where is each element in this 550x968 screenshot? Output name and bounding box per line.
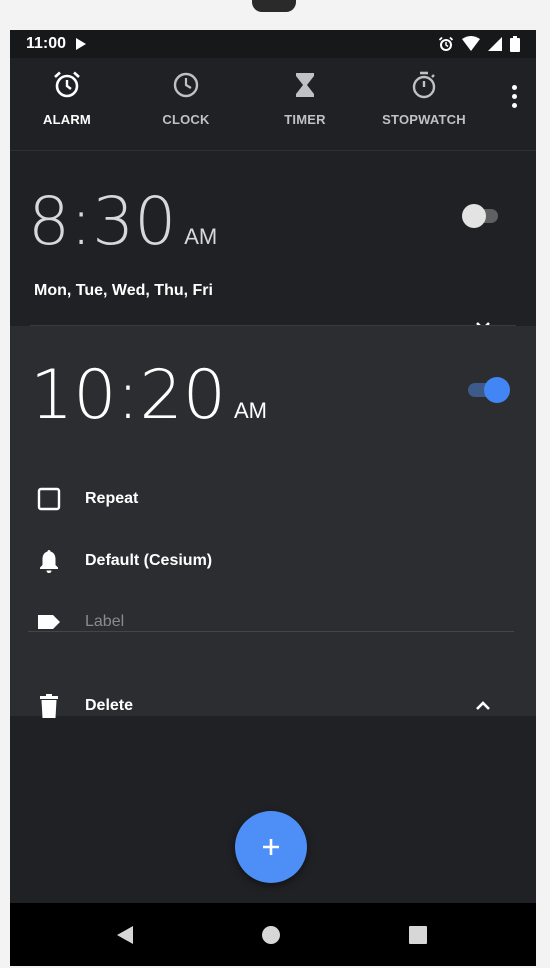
- overflow-dot: [511, 102, 517, 108]
- trash-icon: [40, 694, 58, 718]
- delete-label: Delete: [85, 697, 134, 714]
- alarm-time-value: 8:30: [28, 183, 177, 260]
- plus-icon: [263, 839, 279, 855]
- chevron-up-icon[interactable]: [472, 695, 494, 717]
- tab-label: STOPWATCH: [382, 112, 466, 127]
- repeat-row[interactable]: Repeat: [10, 477, 536, 521]
- status-time: 11:00: [26, 35, 67, 52]
- tab-timer[interactable]: TIMER: [250, 70, 360, 140]
- status-bar: 11:00: [10, 30, 536, 58]
- recents-icon[interactable]: [406, 923, 430, 947]
- checkbox-unchecked-icon[interactable]: [36, 486, 62, 512]
- tab-label: CLOCK: [162, 112, 210, 127]
- tab-stopwatch[interactable]: STOPWATCH: [369, 70, 479, 140]
- back-icon[interactable]: [113, 923, 137, 947]
- ringtone-row[interactable]: Default (Cesium): [10, 539, 536, 583]
- tab-clock[interactable]: CLOCK: [131, 70, 241, 140]
- alarm-card-collapsed[interactable]: 8:30 AM Mon, Tue, Wed, Thu, Fri: [10, 151, 536, 331]
- tab-bar: ALARM CLOCK TIMER STOPWATCH: [10, 58, 536, 150]
- ringtone-label: Default (Cesium): [85, 552, 213, 569]
- play-store-notification-icon: [76, 38, 87, 50]
- device-notch: [252, 0, 296, 12]
- alarm-days: Mon, Tue, Wed, Thu, Fri: [34, 282, 213, 299]
- alarm-options-divider: [28, 631, 514, 632]
- add-alarm-button[interactable]: [235, 811, 307, 883]
- alarm-status-icon: [438, 36, 454, 51]
- alarm-time-value: 10:20: [30, 356, 226, 435]
- cell-signal-icon: [488, 37, 502, 51]
- overflow-dot: [511, 84, 517, 90]
- delete-row[interactable]: Delete: [10, 684, 536, 728]
- alarm-toggle-off[interactable]: [462, 203, 502, 229]
- alarm-time[interactable]: 10:20 AM: [30, 356, 267, 435]
- battery-icon: [510, 36, 520, 52]
- alarm-icon: [54, 71, 80, 98]
- toggle-thumb: [462, 204, 486, 228]
- home-icon[interactable]: [259, 923, 283, 947]
- alarm-toggle-on[interactable]: [468, 376, 512, 404]
- toggle-thumb: [484, 377, 510, 403]
- tab-alarm[interactable]: ALARM: [12, 70, 122, 140]
- phone-screen: 11:00 ALARM CLOCK TIMER STOPWATCH 8:30 A…: [10, 30, 536, 966]
- label-field-placeholder[interactable]: Label: [85, 613, 124, 631]
- alarm-card-expanded: 10:20 AM Repeat Default (Cesium) Label D…: [10, 326, 536, 718]
- stopwatch-icon: [412, 71, 436, 99]
- tab-label: TIMER: [284, 112, 326, 127]
- repeat-label: Repeat: [85, 490, 139, 507]
- alarm-period: AM: [184, 224, 218, 249]
- tab-label: ALARM: [43, 112, 91, 127]
- label-row[interactable]: Label: [10, 600, 536, 644]
- alarm-time[interactable]: 8:30 AM: [28, 183, 217, 260]
- bell-icon: [40, 550, 58, 573]
- alarm-period: AM: [233, 398, 267, 423]
- overflow-dot: [511, 93, 517, 99]
- hourglass-icon: [296, 73, 314, 97]
- system-nav-bar: [10, 903, 536, 966]
- clock-icon: [173, 72, 199, 98]
- wifi-icon: [462, 36, 480, 51]
- overflow-menu-button[interactable]: [506, 76, 522, 116]
